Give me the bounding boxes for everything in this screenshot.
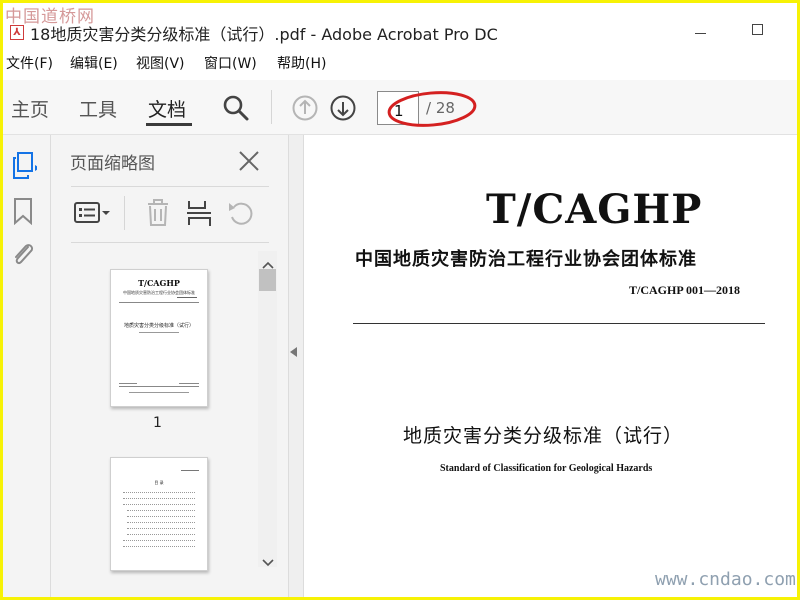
rotate-icon[interactable] <box>227 199 255 231</box>
thumb-date-line <box>179 383 199 384</box>
toolbar-separator <box>271 90 272 124</box>
thumbnail-page-label: 1 <box>153 415 162 431</box>
acrobat-app-icon: ⅄ <box>10 25 24 40</box>
menu-view[interactable]: 视图(V) <box>136 53 185 73</box>
tab-tools[interactable]: 工具 <box>79 95 117 122</box>
thumb-toc-line <box>123 540 195 542</box>
delete-icon[interactable] <box>146 199 170 231</box>
thumb-toc-line <box>127 510 195 512</box>
panel-splitter[interactable] <box>289 135 304 597</box>
thumb-toc-title: 目 录 <box>154 480 164 485</box>
thumb-code-line <box>177 297 197 298</box>
thumb-rule <box>119 302 199 303</box>
scroll-down-icon[interactable] <box>262 552 274 571</box>
thumb-toc-line <box>127 528 195 530</box>
minimize-button[interactable] <box>695 33 706 34</box>
thumb-toc-line <box>127 534 195 536</box>
panel-title: 页面缩略图 <box>70 154 155 174</box>
bookmark-icon[interactable] <box>13 197 33 229</box>
thumbnail-options-icon[interactable] <box>73 200 113 230</box>
panel-divider <box>71 186 269 187</box>
thumb-toc-line <box>123 504 195 506</box>
close-icon[interactable] <box>238 150 260 176</box>
thumb-date-line <box>119 383 137 384</box>
tab-document[interactable]: 文档 <box>148 95 186 122</box>
page-down-icon[interactable] <box>329 94 357 126</box>
menu-edit[interactable]: 编辑(E) <box>70 53 118 73</box>
thumb-toc-line <box>123 546 195 548</box>
thumb-toc-line <box>127 522 195 524</box>
page-thumbnail-2[interactable]: 目 录 <box>110 457 208 571</box>
pages-icon[interactable] <box>11 151 40 185</box>
collapse-panel-icon[interactable] <box>290 347 297 357</box>
menu-file[interactable]: 文件(F) <box>6 53 53 73</box>
doc-standard-code: T/CAGHP 001—2018 <box>629 283 741 297</box>
highlight-ellipse <box>387 91 477 127</box>
thumb-toc-line <box>123 492 195 494</box>
thumb-toc-line <box>123 498 195 500</box>
panel-divider <box>71 242 269 243</box>
window-title: 18地质灾害分类分级标准（试行）.pdf - Adobe Acrobat Pro… <box>30 25 498 44</box>
doc-title: 地质灾害分类分级标准（试行） <box>403 425 684 447</box>
thumb-subtitle-line <box>139 332 179 333</box>
active-tab-indicator <box>146 123 192 126</box>
thumb-toc-line <box>127 516 195 518</box>
doc-rule <box>353 323 765 324</box>
attachment-icon[interactable] <box>10 239 36 273</box>
extract-icon[interactable] <box>186 199 214 231</box>
menu-window[interactable]: 窗口(W) <box>204 53 257 73</box>
thumb-title: 地质灾害分类分级标准（试行） <box>123 323 194 329</box>
app-window: 中国道桥网 ⅄ 18地质灾害分类分级标准（试行）.pdf - Adobe Acr… <box>3 3 797 597</box>
thumb-brand: T/CAGHP <box>138 278 180 288</box>
doc-brand: T/CAGHP <box>486 186 703 233</box>
doc-association: 中国地质灾害防治工程行业协会团体标准 <box>355 249 697 270</box>
search-icon[interactable] <box>222 94 250 126</box>
thumb-assoc: 中国地质灾害防治工程行业协会团体标准 <box>123 290 195 295</box>
doc-subtitle: Standard of Classification for Geologica… <box>440 463 653 474</box>
watermark-bottom-right: www.cndao.com <box>655 569 796 590</box>
thumb-footer-rule <box>119 386 199 387</box>
tab-home[interactable]: 主页 <box>11 95 49 122</box>
page-thumbnail-1[interactable]: T/CAGHP 中国地质灾害防治工程行业协会团体标准 地质灾害分类分级标准（试行… <box>110 269 208 407</box>
maximize-button[interactable] <box>752 24 763 35</box>
menu-help[interactable]: 帮助(H) <box>277 53 326 73</box>
page-up-icon[interactable] <box>291 94 319 126</box>
thumb-publisher-line <box>129 392 189 393</box>
menu-bar: 文件(F) 编辑(E) 视图(V) 窗口(W) 帮助(H) <box>3 53 797 75</box>
title-bar: 中国道桥网 ⅄ 18地质灾害分类分级标准（试行）.pdf - Adobe Acr… <box>3 3 797 51</box>
thumb-header-line <box>181 470 199 471</box>
thumbnail-scrollbar[interactable] <box>258 251 277 567</box>
scrollbar-thumb[interactable] <box>259 269 276 291</box>
panel-toolbar-separator <box>124 196 125 230</box>
